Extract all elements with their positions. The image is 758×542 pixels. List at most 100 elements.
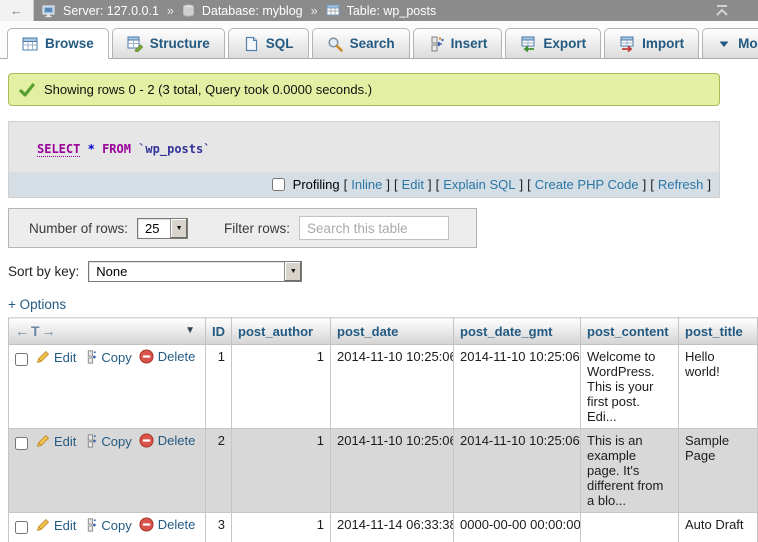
cell-id: 1 — [206, 345, 232, 429]
table-row: EditCopyDelete 2 1 2014-11-10 10:25:06 2… — [9, 429, 758, 513]
collapse-icon[interactable] — [714, 4, 730, 17]
tab-import[interactable]: Import — [604, 28, 699, 59]
structure-icon — [127, 36, 143, 52]
sort-by-key-row: Sort by key: None ▼ — [8, 261, 758, 282]
bracket: [ — [394, 177, 398, 192]
breadcrumb-table[interactable]: Table: wp_posts — [347, 4, 437, 18]
delete-icon — [139, 349, 154, 364]
breadcrumb-server[interactable]: Server: 127.0.0.1 — [63, 4, 159, 18]
table-header-row: ←T→ ▼ ID post_author post_date post_date… — [9, 318, 758, 345]
actions-column-header: ←T→ ▼ — [9, 318, 206, 345]
column-header-post-title[interactable]: post_title — [679, 318, 758, 345]
options-toggle[interactable]: + Options — [8, 297, 66, 312]
rows-per-page-select[interactable]: 25 ▼ — [137, 218, 188, 239]
cell-id: 2 — [206, 429, 232, 513]
column-header-post-date-gmt[interactable]: post_date_gmt — [454, 318, 581, 345]
cell-post-content: This is an example page. It's different … — [581, 429, 679, 513]
breadcrumb-database[interactable]: Database: myblog — [202, 4, 303, 18]
cell-post-date: 2014-11-10 10:25:06 — [331, 345, 454, 429]
breadcrumb-separator: » — [311, 4, 318, 18]
rows-per-page-label: Number of rows: — [29, 221, 128, 236]
profiling-checkbox[interactable] — [272, 178, 285, 191]
cell-post-date-gmt: 2014-11-10 10:25:06 — [454, 429, 581, 513]
breadcrumb-separator: » — [167, 4, 174, 18]
edit-link[interactable]: Edit — [54, 350, 76, 365]
tab-label: Structure — [150, 36, 210, 51]
inline-link[interactable]: Inline — [351, 177, 382, 192]
tab-insert[interactable]: Insert — [413, 28, 503, 59]
edit-link[interactable]: Edit — [54, 518, 76, 533]
import-icon — [619, 36, 635, 52]
profiling-label: Profiling — [293, 177, 340, 192]
sql-query-panel: SELECT * FROM `wp_posts` Profiling [ Inl… — [8, 121, 720, 198]
delete-link[interactable]: Delete — [158, 517, 196, 532]
chevron-down-icon — [717, 37, 731, 51]
sql-star: * — [88, 142, 95, 156]
tab-label: Search — [350, 36, 395, 51]
cell-post-content — [581, 513, 679, 542]
tab-sql[interactable]: SQL — [228, 28, 309, 59]
cell-post-title: Sample Page — [679, 429, 758, 513]
copy-link[interactable]: Copy — [101, 350, 131, 365]
cell-post-title: Auto Draft — [679, 513, 758, 542]
row-checkbox[interactable] — [15, 353, 28, 366]
pencil-icon — [36, 434, 50, 448]
browse-icon — [22, 36, 38, 52]
filter-search-input[interactable] — [299, 216, 449, 240]
sql-query-text: SELECT * FROM `wp_posts` — [9, 122, 719, 172]
success-check-icon — [19, 83, 35, 97]
row-checkbox[interactable] — [15, 437, 28, 450]
row-actions-cell: Edit Copy Delete — [9, 513, 206, 542]
insert-icon — [428, 36, 444, 52]
copy-link[interactable]: Copy — [101, 434, 131, 449]
tab-structure[interactable]: Structure — [112, 28, 225, 59]
database-icon — [182, 4, 195, 17]
query-actions-bar: Profiling [ Inline ] [ Edit ] [ Explain … — [9, 172, 719, 197]
tab-more[interactable]: More — [702, 28, 758, 59]
create-php-code-link[interactable]: Create PHP Code — [535, 177, 639, 192]
delete-link[interactable]: Delete — [158, 433, 196, 448]
search-icon — [327, 36, 343, 52]
delete-icon — [139, 433, 154, 448]
success-message: Showing rows 0 - 2 (3 total, Query took … — [8, 73, 720, 106]
column-header-post-date[interactable]: post_date — [331, 318, 454, 345]
bracket: ] — [707, 177, 711, 192]
column-header-id[interactable]: ID — [206, 318, 232, 345]
column-header-post-author[interactable]: post_author — [232, 318, 331, 345]
table-icon — [326, 4, 340, 17]
sort-by-key-label: Sort by key: — [8, 264, 79, 279]
edit-link[interactable]: Edit — [54, 434, 76, 449]
tab-export[interactable]: Export — [505, 28, 601, 59]
actions-dropdown-icon[interactable]: ▼ — [185, 325, 195, 336]
sql-icon — [243, 36, 259, 52]
delete-link[interactable]: Delete — [158, 349, 196, 364]
cell-post-date: 2014-11-10 10:25:06 — [331, 429, 454, 513]
edit-query-link[interactable]: Edit — [402, 177, 424, 192]
rows-filter-bar: Number of rows: 25 ▼ Filter rows: — [8, 208, 477, 248]
pencil-icon — [36, 518, 50, 532]
row-checkbox[interactable] — [15, 521, 28, 534]
breadcrumb: Server: 127.0.0.1 » Database: myblog » T… — [42, 4, 436, 18]
pencil-icon — [36, 350, 50, 364]
tab-search[interactable]: Search — [312, 28, 410, 59]
copy-icon — [83, 434, 97, 448]
explain-sql-link[interactable]: Explain SQL — [443, 177, 515, 192]
cell-post-author: 1 — [232, 345, 331, 429]
copy-link[interactable]: Copy — [101, 518, 131, 533]
copy-icon — [83, 350, 97, 364]
rows-per-page-value: 25 — [138, 219, 170, 238]
sql-keyword-select[interactable]: SELECT — [37, 142, 80, 157]
back-arrow-button[interactable]: ← — [0, 0, 34, 21]
refresh-link[interactable]: Refresh — [658, 177, 704, 192]
cell-post-content: Welcome to WordPress. This is your first… — [581, 345, 679, 429]
sort-by-key-select[interactable]: None ▼ — [88, 261, 302, 282]
table-row: EditCopyDelete 1 1 2014-11-10 10:25:06 2… — [9, 345, 758, 429]
tab-browse[interactable]: Browse — [7, 28, 109, 59]
breadcrumb-bar: ← Server: 127.0.0.1 » Database: myblog »… — [0, 0, 758, 21]
sql-table-identifier: `wp_posts` — [138, 142, 210, 156]
bracket: [ — [436, 177, 440, 192]
tab-label: SQL — [266, 36, 294, 51]
column-header-post-content[interactable]: post_content — [581, 318, 679, 345]
bracket: ] — [428, 177, 432, 192]
column-order-controls[interactable]: ←T→ — [15, 323, 58, 339]
